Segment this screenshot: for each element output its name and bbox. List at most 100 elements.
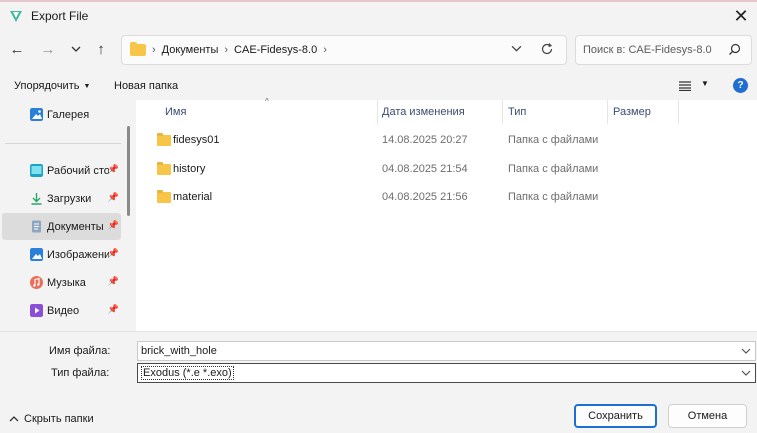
videos-icon (30, 304, 43, 317)
pin-icon: 📌 (107, 192, 119, 202)
sidebar-item-music[interactable]: Музыка 📌 (2, 269, 121, 296)
cancel-button[interactable]: Отмена (668, 404, 747, 428)
app-logo-icon (10, 11, 22, 22)
file-type: Папка с файлами (508, 191, 599, 203)
address-bar[interactable]: › Документы › CAE-Fidesys-8.0 › (121, 35, 567, 65)
filename-label: Имя файла: (49, 345, 111, 357)
save-form: Имя файла: brick_with_hole Тип файла: Ex… (0, 331, 757, 433)
navigation-pane: Галерея Рабочий сто 📌 Загрузки 📌 Докумен… (0, 100, 135, 331)
up-button[interactable]: ↑ (91, 39, 111, 59)
chevron-down-icon (71, 46, 81, 52)
sidebar-item-videos[interactable]: Видео 📌 (2, 297, 121, 324)
hide-folders-toggle[interactable]: Скрыть папки (9, 413, 94, 425)
column-divider[interactable] (678, 100, 679, 124)
refresh-icon[interactable] (540, 42, 554, 56)
sidebar-scrollbar[interactable] (127, 126, 130, 216)
search-icon (729, 43, 741, 55)
column-header-name[interactable]: Имя (165, 100, 186, 124)
pin-icon: 📌 (107, 304, 119, 314)
file-name: material (173, 191, 213, 203)
organize-label: Упорядочить (14, 80, 80, 92)
chevron-down-icon[interactable] (741, 344, 751, 358)
file-date: 04.08.2025 21:54 (382, 163, 468, 175)
file-name: fidesys01 (173, 134, 220, 146)
music-icon (30, 276, 43, 289)
pin-icon: 📌 (107, 248, 119, 258)
search-placeholder: Поиск в: CAE-Fidesys-8.0 (583, 44, 712, 56)
breadcrumb-separator: › (323, 44, 327, 56)
file-date: 04.08.2025 21:56 (382, 191, 468, 203)
sidebar-item-label: Изображени (47, 248, 109, 261)
filetype-value: Exodus (*.e *.exo) (141, 366, 234, 380)
gallery-icon (30, 108, 43, 121)
title-bar: Export File ✕ (0, 0, 757, 30)
recent-locations-button[interactable] (66, 39, 86, 59)
forward-button[interactable]: → (38, 39, 58, 59)
navigation-bar: ← → ↑ › Документы › CAE-Fidesys-8.0 › По… (0, 31, 757, 69)
save-button[interactable]: Сохранить (574, 404, 657, 428)
sidebar-divider (5, 143, 121, 144)
pin-icon: 📌 (107, 220, 119, 230)
file-type: Папка с файлами (508, 163, 599, 175)
help-icon[interactable]: ? (733, 78, 748, 93)
file-list: ^ Имя Дата изменения Тип Размер fidesys0… (136, 97, 757, 331)
sidebar-item-label: Рабочий сто (47, 164, 109, 177)
window-title: Export File (31, 9, 89, 23)
downloads-icon (31, 193, 42, 205)
sidebar-item-gallery[interactable]: Галерея (2, 101, 121, 128)
new-folder-button[interactable]: Новая папка (114, 80, 178, 92)
sidebar-item-label: Документы (47, 220, 104, 233)
column-divider[interactable] (502, 100, 503, 124)
pictures-icon (30, 248, 43, 261)
file-name: history (173, 163, 206, 175)
sidebar-item-pictures[interactable]: Изображени 📌 (2, 241, 121, 268)
back-arrow-icon: ← (9, 40, 25, 58)
sidebar-item-label: Видео (47, 304, 80, 317)
filename-value: brick_with_hole (141, 345, 217, 357)
file-row[interactable]: history 04.08.2025 21:54 Папка с файлами (136, 156, 757, 184)
desktop-icon (30, 164, 43, 177)
breadcrumb-documents[interactable]: Документы (162, 44, 219, 56)
folder-icon (157, 133, 171, 146)
close-button[interactable]: ✕ (725, 2, 757, 30)
sort-ascending-icon: ^ (265, 97, 269, 106)
pin-icon: 📌 (107, 164, 119, 174)
column-header-date[interactable]: Дата изменения (382, 100, 465, 124)
sidebar-item-label: Галерея (47, 108, 90, 121)
chevron-down-icon[interactable] (741, 366, 751, 380)
file-type: Папка с файлами (508, 134, 599, 146)
organize-menu-button[interactable]: Упорядочить ▼ (14, 80, 90, 92)
search-input[interactable]: Поиск в: CAE-Fidesys-8.0 (575, 35, 752, 65)
file-row[interactable]: material 04.08.2025 21:56 Папка с файлам… (136, 184, 757, 212)
back-button[interactable]: ← (7, 39, 27, 59)
pin-icon: 📌 (107, 276, 119, 286)
filetype-select[interactable]: Exodus (*.e *.exo) (137, 363, 756, 383)
file-row[interactable]: fidesys01 14.08.2025 20:27 Папка с файла… (136, 127, 757, 155)
sidebar-item-desktop[interactable]: Рабочий сто 📌 (2, 157, 121, 184)
column-header-type[interactable]: Тип (508, 100, 526, 124)
command-bar: Упорядочить ▼ Новая папка ▼ ? (0, 72, 757, 100)
breadcrumb-cae-fidesys[interactable]: CAE-Fidesys-8.0 (234, 44, 317, 56)
sidebar-item-label: Загрузки (47, 192, 92, 205)
view-options-icon[interactable] (679, 81, 691, 91)
breadcrumb-separator: › (224, 44, 229, 56)
sidebar-item-label: Музыка (47, 276, 86, 289)
column-divider[interactable] (607, 100, 608, 124)
close-icon: ✕ (733, 5, 749, 26)
file-date: 14.08.2025 20:27 (382, 134, 468, 146)
dropdown-caret-icon: ▼ (83, 82, 91, 90)
address-history-dropdown-icon[interactable] (511, 43, 522, 54)
sidebar-item-documents[interactable]: Документы 📌 (2, 213, 121, 240)
filename-input[interactable]: brick_with_hole (137, 341, 756, 361)
folder-icon (157, 190, 171, 203)
column-header-size[interactable]: Размер (613, 100, 651, 124)
view-dropdown-caret-icon[interactable]: ▼ (701, 79, 709, 88)
folder-icon (130, 42, 146, 56)
documents-icon (32, 220, 41, 233)
chevron-up-icon (9, 416, 19, 422)
sidebar-item-downloads[interactable]: Загрузки 📌 (2, 185, 121, 212)
hide-folders-label: Скрыть папки (24, 413, 94, 425)
column-divider[interactable] (377, 100, 378, 124)
up-arrow-icon: ↑ (97, 40, 105, 58)
folder-icon (157, 162, 171, 175)
